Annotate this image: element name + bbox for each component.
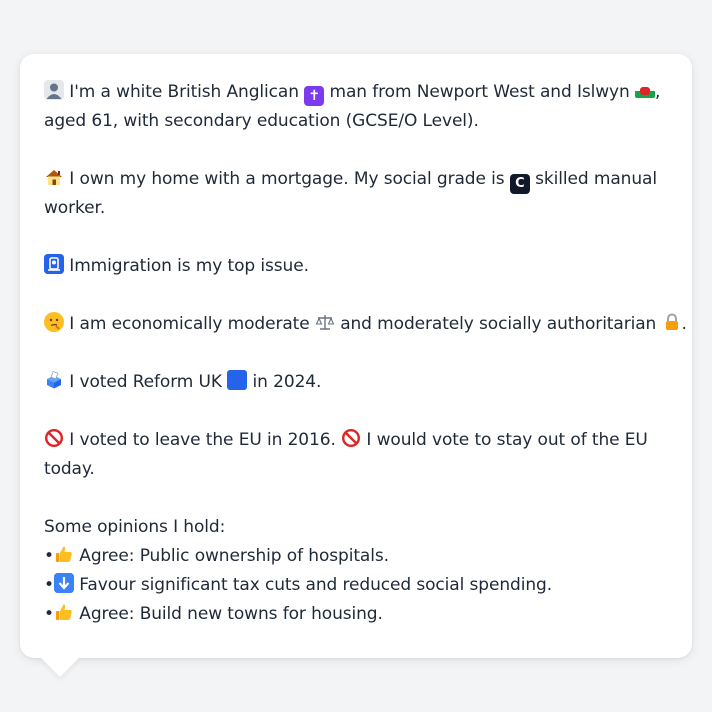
eu-vote-line-2: today. (44, 459, 95, 479)
opinion-text: Favour significant tax cuts and reduced … (74, 575, 553, 595)
bullet: • (44, 575, 54, 595)
thinking-face-icon (44, 312, 64, 332)
lock-icon (662, 312, 682, 332)
identity-line-1: I'm a white British Anglican ✝ man from … (44, 78, 668, 107)
opinion-item: • Favour significant tax cuts and reduce… (44, 571, 668, 600)
passport-control-icon (44, 254, 64, 274)
ideology-period: . (681, 314, 687, 334)
bubble-tail (40, 657, 80, 677)
bullet: • (44, 546, 54, 566)
social-position-text: and moderately socially authoritarian (334, 314, 662, 334)
vote-2024-year-text: in 2024. (247, 372, 322, 392)
opinions-section: Some opinions I hold: • Agree: Public ow… (44, 513, 668, 629)
vote-2024-paragraph: I voted Reform UK in 2024. (44, 368, 668, 397)
opinion-text: Agree: Build new towns for housing. (74, 604, 383, 624)
no-entry-icon (341, 428, 361, 448)
identity-paragraph: I'm a white British Anglican ✝ man from … (44, 78, 668, 136)
bullet: • (44, 604, 54, 624)
eu-vote-line-1: I voted to leave the EU in 2016. I would… (44, 426, 668, 455)
eu-2016-text: I voted to leave the EU in 2016. (64, 430, 342, 450)
top-issue-text: Immigration is my top issue. (64, 256, 309, 276)
eu-vote-paragraph: I voted to leave the EU in 2016. I would… (44, 426, 668, 484)
housing-line-2: worker. (44, 198, 106, 218)
housing-paragraph: I own my home with a mortgage. My social… (44, 165, 668, 223)
thumbs-up-icon (54, 544, 74, 564)
identity-text-religion: I'm a white British Anglican (64, 82, 305, 102)
economic-position-text: I am economically moderate (64, 314, 315, 334)
down-arrow-icon (54, 573, 74, 593)
blue-square-icon (227, 370, 248, 390)
thumbs-up-icon (54, 602, 74, 622)
opinion-item: • Agree: Public ownership of hospitals. (44, 542, 668, 571)
top-issue-line: Immigration is my top issue. (44, 252, 668, 281)
grade-c-icon: C (509, 174, 530, 194)
balance-scale-icon (315, 312, 335, 332)
ballot-box-icon (44, 370, 64, 390)
opinion-text: Agree: Public ownership of hospitals. (74, 546, 389, 566)
identity-text-constituency: man from Newport West and Islwyn (324, 82, 635, 102)
ideology-paragraph: I am economically moderate and moderatel… (44, 310, 687, 339)
vote-2024-text: I voted Reform UK (64, 372, 228, 392)
vote-2024-line: I voted Reform UK in 2024. (44, 368, 668, 397)
housing-line-1: I own my home with a mortgage. My social… (44, 165, 668, 194)
identity-line-2: aged 61, with secondary education (GCSE/… (44, 111, 479, 131)
ideology-line: I am economically moderate and moderatel… (44, 310, 687, 339)
wales-flag-icon (634, 84, 655, 98)
housing-text: I own my home with a mortgage. My social… (64, 169, 510, 189)
eu-today-text: I would vote to stay out of the EU (361, 430, 648, 450)
person-silhouette-icon (44, 80, 64, 100)
latin-cross-icon: ✝ (304, 86, 325, 106)
social-grade-text: skilled manual (529, 169, 657, 189)
no-entry-icon (44, 428, 64, 448)
opinion-item: • Agree: Build new towns for housing. (44, 600, 668, 629)
house-icon (44, 167, 64, 187)
persona-message-bubble: I'm a white British Anglican ✝ man from … (20, 54, 692, 658)
identity-comma: , (654, 82, 661, 102)
opinions-heading: Some opinions I hold: (44, 517, 226, 537)
top-issue-paragraph: Immigration is my top issue. (44, 252, 668, 281)
